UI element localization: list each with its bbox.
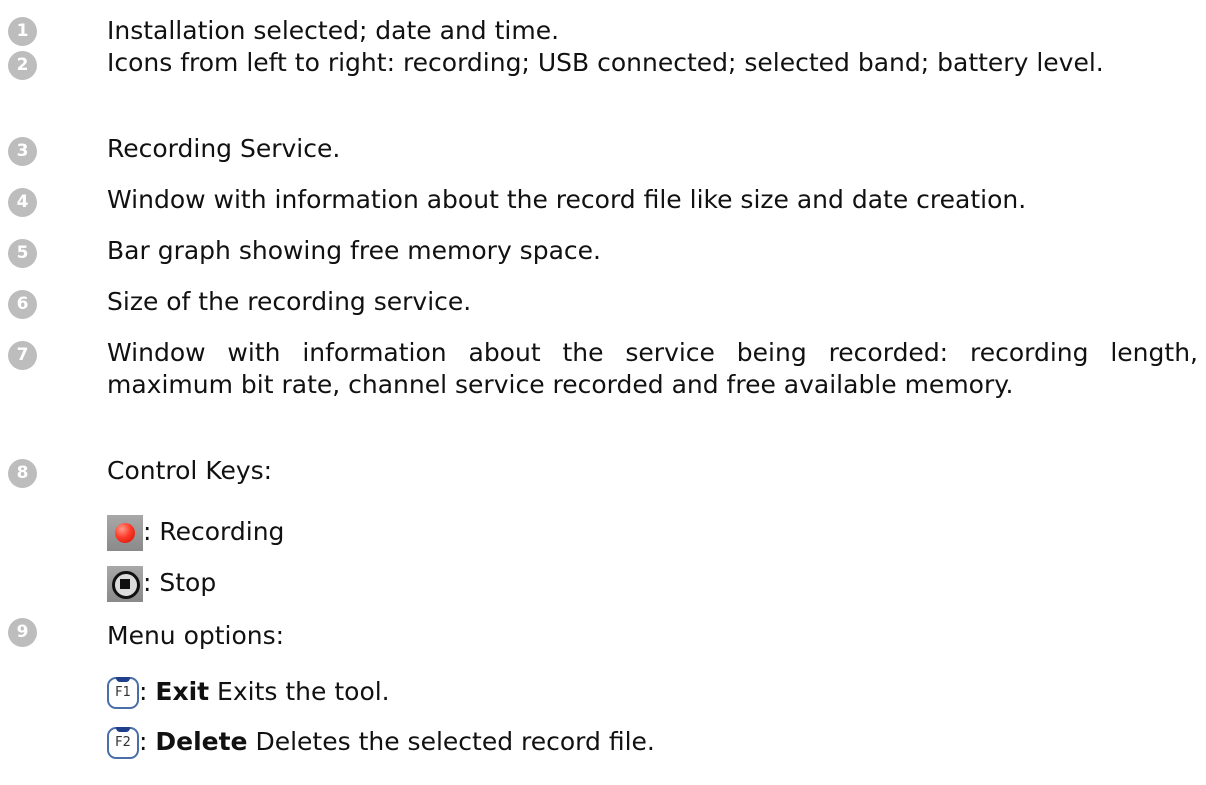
- item-number-badge: 8: [8, 459, 37, 488]
- menu-option-name: Delete: [155, 727, 248, 756]
- item-text: Window with information about the record…: [107, 185, 1027, 214]
- item-text: Size of the recording service.: [107, 287, 472, 316]
- item-number-badge: 7: [8, 341, 37, 370]
- record-icon: [107, 515, 143, 551]
- item-text: Window with information about the servic…: [107, 338, 1198, 399]
- item-number-badge: 5: [8, 239, 37, 268]
- item-text: Icons from left to right: recording; USB…: [107, 48, 1104, 77]
- control-key-label: : Recording: [143, 517, 285, 546]
- item-number-badge: 3: [8, 137, 37, 166]
- menu-option-sep: :: [139, 727, 156, 756]
- item-text: Control Keys:: [107, 456, 273, 485]
- key-label: F2: [115, 735, 131, 750]
- menu-option-sep: :: [139, 677, 156, 706]
- menu-option-description: Deletes the selected record file.: [247, 727, 655, 756]
- item-number-badge: 6: [8, 290, 37, 319]
- menu-option-delete: F2: Delete Deletes the selected record f…: [107, 722, 655, 762]
- item-text: Installation selected; date and time.: [107, 16, 560, 45]
- f1-key-icon: F1: [107, 677, 139, 709]
- control-key-recording: : Recording: [107, 512, 284, 552]
- key-label: F1: [115, 685, 131, 700]
- stop-icon: [107, 566, 143, 602]
- item-number-badge: 1: [8, 17, 37, 46]
- item-text: Menu options:: [107, 621, 285, 650]
- item-text: Recording Service.: [107, 134, 341, 163]
- menu-option-name: Exit: [155, 677, 210, 706]
- control-key-stop: : Stop: [107, 563, 216, 603]
- control-key-label: : Stop: [143, 568, 217, 597]
- item-text: Bar graph showing free memory space.: [107, 236, 601, 265]
- menu-option-exit: F1: Exit Exits the tool.: [107, 672, 390, 712]
- menu-option-description: Exits the tool.: [209, 677, 390, 706]
- f2-key-icon: F2: [107, 727, 139, 759]
- item-number-badge: 2: [8, 51, 37, 80]
- item-number-badge: 9: [8, 618, 37, 647]
- item-number-badge: 4: [8, 188, 37, 217]
